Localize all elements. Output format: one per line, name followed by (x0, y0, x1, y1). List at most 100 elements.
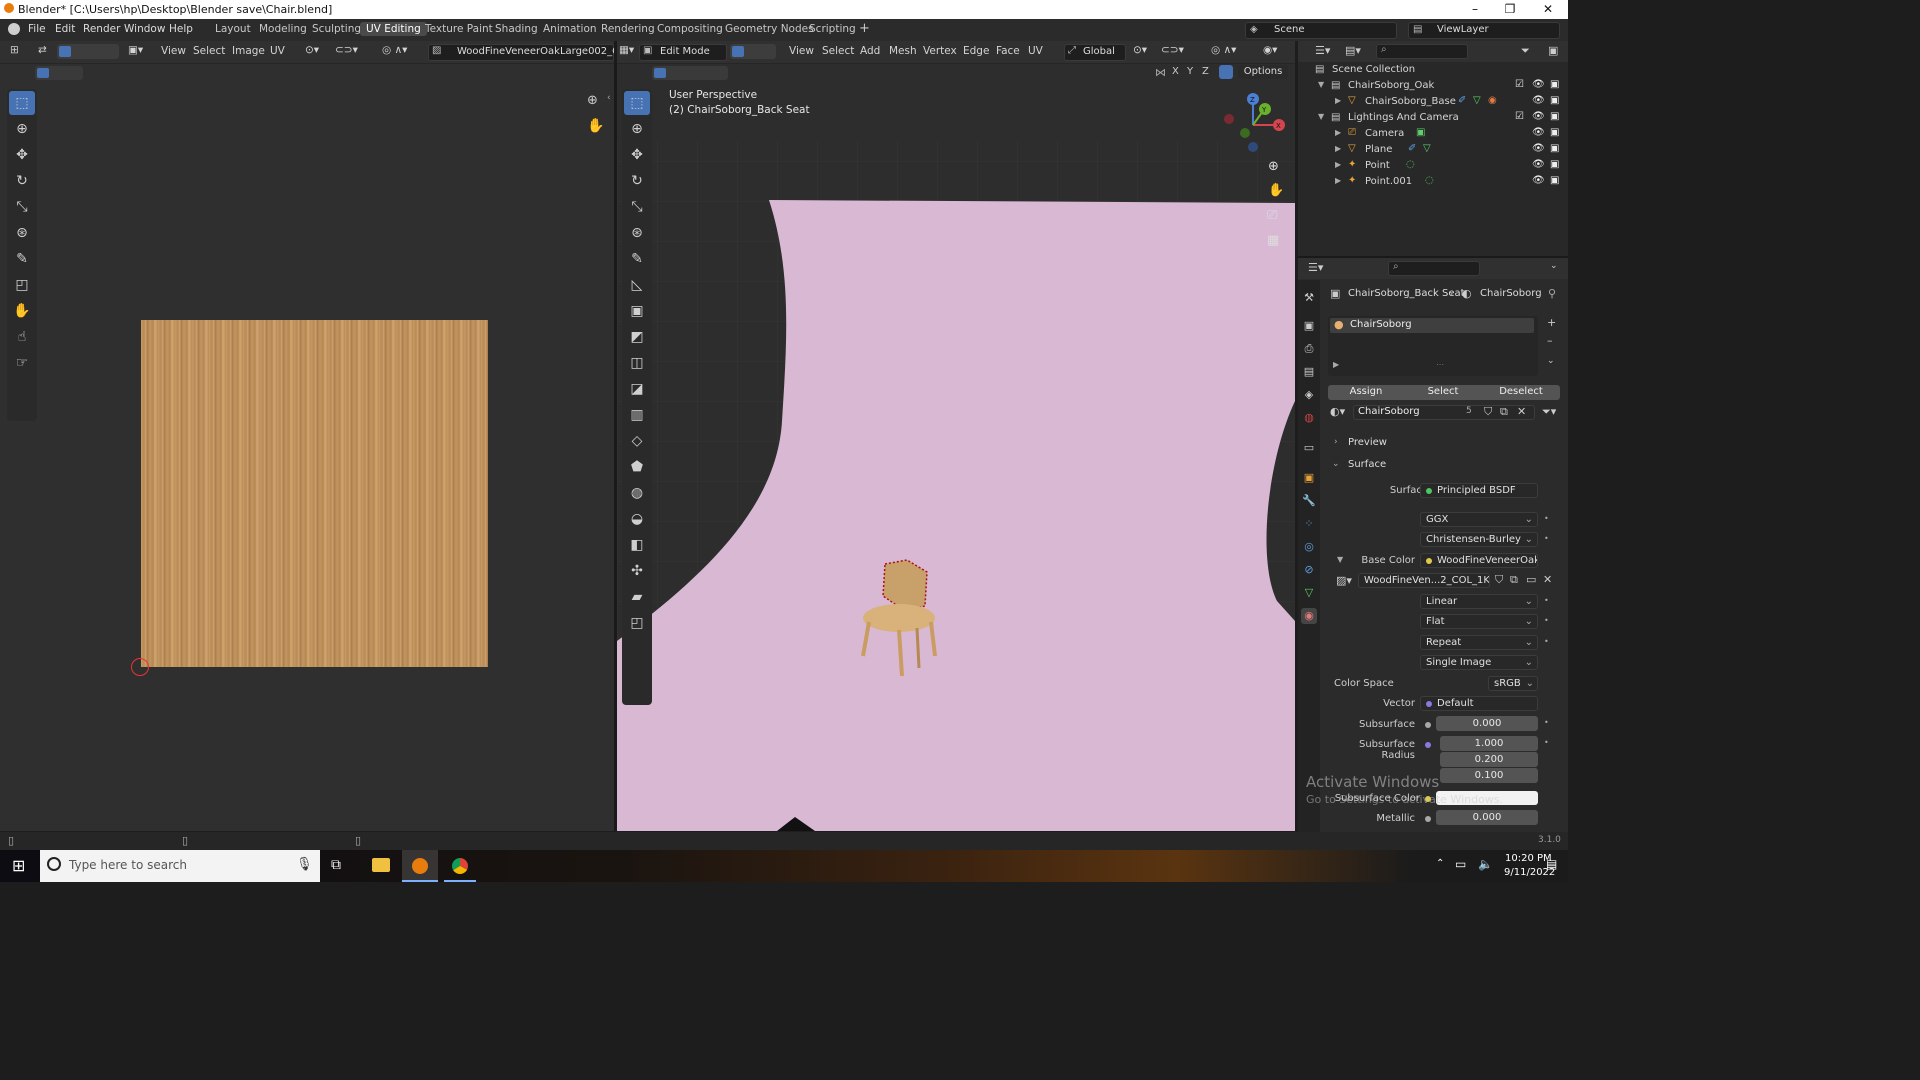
visibility-eye-icon[interactable]: 👁 (1532, 143, 1545, 154)
perspective-toggle-icon[interactable]: ▦ (1267, 233, 1279, 248)
axis-y-toggle[interactable]: Y (1187, 66, 1193, 77)
menu-window[interactable]: Window (124, 23, 165, 35)
viewport-visibility-icon[interactable]: ◉▾ (1263, 44, 1277, 56)
menu-edit[interactable]: Edit (55, 23, 75, 35)
constraints-tab-icon[interactable]: ⊘ (1301, 562, 1317, 578)
uv-menu-image[interactable]: Image (232, 45, 265, 57)
image-selector[interactable]: ▨ WoodFineVeneerOakLarge002_COL_1... (428, 44, 653, 61)
display-mode-icon[interactable]: ▤▾ (1345, 44, 1361, 57)
distribution-dropdown[interactable]: GGX ⌄ (1420, 512, 1538, 527)
expand-arrow-icon[interactable]: ▶ (1335, 128, 1341, 137)
pan-hand-icon[interactable]: ✋ (1268, 183, 1284, 198)
inset-tool-icon[interactable]: ◫ (624, 351, 650, 375)
vp-menu-edge[interactable]: Edge (963, 45, 989, 57)
uv-menu-view[interactable]: View (161, 45, 186, 57)
cursor-tool-icon[interactable]: ⊕ (624, 117, 650, 141)
vp-menu-vertex[interactable]: Vertex (923, 45, 957, 57)
filter-icon[interactable]: ⏷ (1521, 44, 1530, 58)
vp-menu-view[interactable]: View (789, 45, 814, 57)
blender-menu-icon[interactable] (8, 23, 20, 35)
blender-taskbar-item[interactable] (402, 850, 438, 882)
add-cube-tool-icon[interactable]: ▣ (624, 299, 650, 323)
keyframe-dot[interactable]: • (1544, 514, 1549, 523)
view-layer-tab-icon[interactable]: ▤ (1301, 364, 1317, 380)
proportional-edit-icon[interactable]: ◎ ∧▾ (1211, 44, 1236, 56)
keyframe-dot[interactable]: • (1544, 637, 1549, 646)
properties-search-input[interactable]: ⌕ (1388, 261, 1480, 276)
vp-menu-face[interactable]: Face (996, 45, 1020, 57)
expand-arrow-icon[interactable]: ▶ (1335, 176, 1341, 185)
subsurface-radius-y-input[interactable]: 0.200 (1440, 752, 1538, 767)
image-browse-icon[interactable]: ▨▾ (1336, 574, 1352, 587)
subsurface-radius-x-input[interactable]: 1.000 (1440, 736, 1538, 751)
mirror-icon[interactable]: ⋈ (1155, 66, 1166, 79)
add-workspace-button[interactable]: + (853, 20, 876, 37)
pivot-icon[interactable]: ⊙▾ (1133, 44, 1147, 56)
annotate-tool-icon[interactable]: ✎ (9, 247, 35, 271)
uv-select-mode-group[interactable] (57, 44, 119, 59)
expand-arrow-icon[interactable]: ▼ (1318, 112, 1324, 121)
image-file-field[interactable]: WoodFineVen...2_COL_1K.jpg (1358, 573, 1490, 588)
keyframe-dot[interactable]: • (1544, 738, 1549, 747)
outliner-editor-icon[interactable]: ☰▾ (1315, 44, 1330, 57)
remove-slot-icon[interactable]: – (1547, 334, 1553, 347)
uv-editor-area[interactable]: ⊞ ⇄ ▣▾ View Select Image UV ⊙▾ ⊂⊃▾ ◎ ∧▾ … (0, 41, 653, 831)
notifications-icon[interactable]: ▤ (1546, 857, 1557, 871)
collection-tab-icon[interactable]: ▭ (1301, 440, 1317, 456)
particles-tab-icon[interactable]: ⁘ (1301, 516, 1317, 532)
uv-menu-select[interactable]: Select (193, 45, 225, 57)
vertex-select-icon[interactable] (59, 46, 71, 57)
camera-view-icon[interactable]: ⎚ (1267, 208, 1277, 223)
pin-icon[interactable]: ⚲ (1548, 287, 1556, 300)
sticky-select-icon[interactable]: ▣▾ (128, 44, 143, 56)
annotate-tool-icon[interactable]: ✎ (624, 247, 650, 271)
users-count[interactable]: 5 (1466, 406, 1472, 416)
subsurface-method-dropdown[interactable]: Christensen-Burley ⌄ (1420, 532, 1538, 547)
poly-build-tool-icon[interactable]: ⬟ (624, 455, 650, 479)
menu-file[interactable]: File (28, 23, 46, 35)
extension-dropdown[interactable]: Repeat ⌄ (1420, 635, 1538, 650)
vp-menu-select[interactable]: Select (822, 45, 854, 57)
snap-icon[interactable]: ⊂⊃▾ (335, 44, 358, 56)
windows-start-icon[interactable]: ⊞ (12, 856, 25, 875)
tool-tab-icon[interactable]: ⚒ (1301, 290, 1317, 306)
close-button[interactable]: ✕ (1533, 1, 1563, 18)
preview-panel-header[interactable]: › Preview (1326, 435, 1562, 453)
visibility-eye-icon[interactable]: 👁 (1532, 127, 1545, 138)
render-camera-icon[interactable]: ▣ (1550, 127, 1559, 138)
volume-icon[interactable]: 🔈 (1478, 857, 1493, 871)
outliner-row[interactable]: ▶ ✦ Point ◌ 👁 ▣ (1298, 159, 1568, 175)
fake-user-icon[interactable]: ⛉ (1484, 405, 1492, 419)
unlink-icon[interactable]: ✕ (1517, 405, 1526, 418)
taskbar-time[interactable]: 10:20 PM (1505, 853, 1552, 864)
vp-menu-mesh[interactable]: Mesh (889, 45, 917, 57)
assign-button[interactable]: Assign (1328, 386, 1404, 397)
mesh-select-mode-group[interactable] (730, 44, 776, 59)
scene-selector[interactable]: ◈ Scene (1245, 22, 1397, 39)
expand-arrow-icon[interactable]: ▶ (1335, 144, 1341, 153)
select-box-tool-icon[interactable]: ⬚ (624, 91, 650, 115)
tab-uv-editing[interactable]: UV Editing (360, 22, 427, 36)
collapse-arrow-icon[interactable]: ‹ (607, 93, 611, 103)
slot-specials-icon[interactable]: ⌄ (1547, 356, 1555, 366)
smooth-tool-icon[interactable]: ◒ (624, 507, 650, 531)
visibility-eye-icon[interactable]: 👁 (1532, 95, 1545, 106)
selection-mode-buttons[interactable] (652, 66, 728, 80)
tab-modeling[interactable]: Modeling (253, 22, 313, 36)
link-filter-icon[interactable]: ⏷▾ (1542, 405, 1556, 419)
material-slot-list[interactable]: ● ChairSoborg ▶ ⋯ (1328, 316, 1538, 376)
visibility-eye-icon[interactable]: 👁 (1532, 79, 1545, 90)
base-color-field[interactable]: WoodFineVeneerOakLa... (1420, 553, 1538, 568)
viewlayer-selector[interactable]: ▤ ViewLayer (1408, 22, 1560, 39)
keyframe-dot[interactable]: • (1544, 596, 1549, 605)
properties-editor[interactable]: ☰▾ ⌕ ⌄ ⚒ ▣ ⎙ ▤ ◈ ◍ ▭ ▣ 🔧 ⁘ ◎ ⊘ ▽ ◉ ▣ Cha… (1298, 258, 1568, 832)
chair-model[interactable] (847, 556, 947, 686)
keyframe-dot[interactable]: • (1544, 616, 1549, 625)
mode-selector[interactable]: ▣ Edit Mode (639, 44, 727, 61)
microphone-icon[interactable]: 🎙 (296, 857, 313, 872)
outliner-row[interactable]: ▼ ▤ ChairSoborg_Oak ☑ 👁 ▣ (1298, 79, 1568, 95)
3d-viewport[interactable]: ▦▾ ▣ Edit Mode View Select Add Mesh Vert… (617, 41, 1295, 831)
extrude-tool-icon[interactable]: ◩ (624, 325, 650, 349)
visibility-eye-icon[interactable]: 👁 (1532, 159, 1545, 170)
expand-arrow-icon[interactable]: ▶ (1335, 160, 1341, 169)
